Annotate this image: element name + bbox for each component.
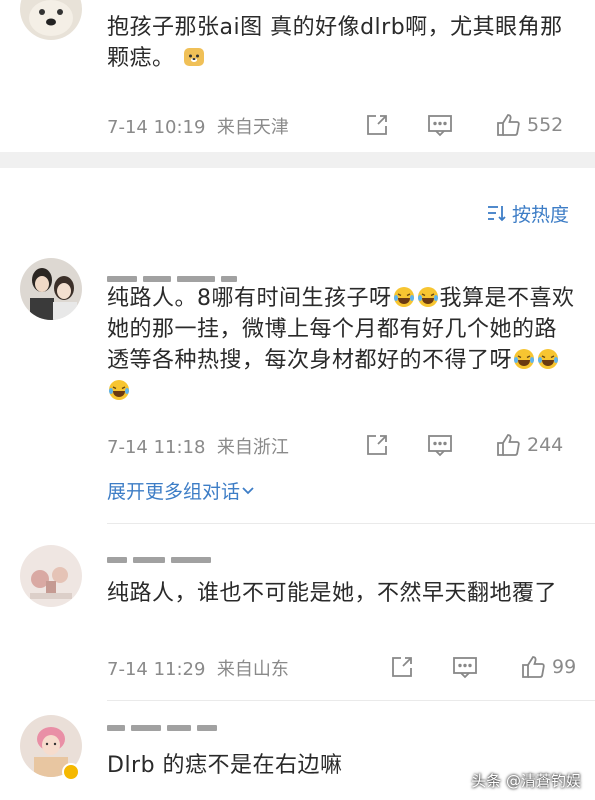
share-button[interactable] — [390, 652, 414, 682]
chevron-down-icon — [242, 486, 254, 494]
divider — [107, 700, 595, 701]
comment-time: 7-14 10:19 — [107, 117, 206, 138]
laughing-emoji — [393, 286, 415, 308]
comment-button[interactable] — [452, 652, 478, 682]
username[interactable] — [107, 716, 223, 731]
comment-actions: 552 — [355, 110, 595, 140]
like-count: 244 — [527, 434, 564, 456]
comment-button[interactable] — [427, 110, 453, 140]
laughing-emoji — [513, 348, 535, 370]
username[interactable] — [107, 267, 243, 282]
share-button[interactable] — [365, 430, 389, 460]
expand-conversation-link[interactable]: 展开更多组对话 — [107, 477, 256, 504]
comment-text: 纯路人。8哪有时间生孩子呀 我算是不喜欢她的那一挂，微博上每个月都有好几个她的路透… — [107, 283, 577, 407]
username[interactable] — [107, 548, 217, 563]
comment-text: 纯路人，谁也不可能是她，不然早天翻地覆了 — [107, 581, 558, 606]
comment-location: 来自天津 — [216, 117, 289, 138]
expand-label: 展开更多组对话 — [107, 481, 241, 503]
sort-icon — [488, 206, 506, 222]
comment-location: 来自山东 — [216, 659, 289, 680]
share-icon — [392, 657, 412, 677]
comment-time: 7-14 11:18 — [107, 437, 206, 458]
share-icon — [367, 115, 387, 135]
like-button[interactable]: 244 — [495, 430, 563, 460]
laughing-emoji — [417, 286, 439, 308]
like-button[interactable]: 552 — [495, 110, 563, 140]
comment-icon — [428, 435, 452, 457]
comment-meta: 7-14 11:18 来自浙江 — [107, 433, 289, 459]
comment-time: 7-14 11:29 — [107, 659, 206, 680]
comment-meta: 7-14 11:29 来自山东 — [107, 655, 289, 681]
comment-icon — [453, 657, 477, 679]
doge-emoji — [183, 46, 205, 68]
comment-text: 抱孩子那张ai图 真的好像dlrb啊，尤其眼角那颗痣。 — [107, 15, 563, 71]
sort-by-heat-button[interactable]: 按热度 — [486, 200, 569, 226]
share-icon — [367, 435, 387, 455]
comment-location: 来自浙江 — [216, 437, 289, 458]
section-divider — [0, 152, 595, 168]
like-count: 552 — [527, 114, 564, 136]
avatar[interactable] — [20, 258, 82, 320]
divider — [107, 523, 595, 524]
comment-actions: 99 — [355, 652, 595, 682]
comment-actions: 244 — [355, 430, 595, 460]
like-count: 99 — [552, 656, 577, 678]
comment-meta: 7-14 10:19 来自天津 — [107, 113, 289, 139]
thumbs-up-icon — [522, 656, 545, 678]
like-button[interactable]: 99 — [520, 652, 576, 682]
thumbs-up-icon — [497, 434, 520, 456]
avatar[interactable] — [20, 0, 82, 40]
sort-label: 按热度 — [512, 203, 570, 226]
comment-button[interactable] — [427, 430, 453, 460]
comment-icon — [428, 115, 452, 137]
verified-badge — [62, 763, 80, 781]
avatar[interactable] — [20, 545, 82, 607]
laughing-emoji — [108, 379, 130, 401]
thumbs-up-icon — [497, 114, 520, 136]
share-button[interactable] — [365, 110, 389, 140]
watermark: 头条 @清蒼钓娱 — [471, 772, 581, 790]
laughing-emoji — [537, 348, 559, 370]
